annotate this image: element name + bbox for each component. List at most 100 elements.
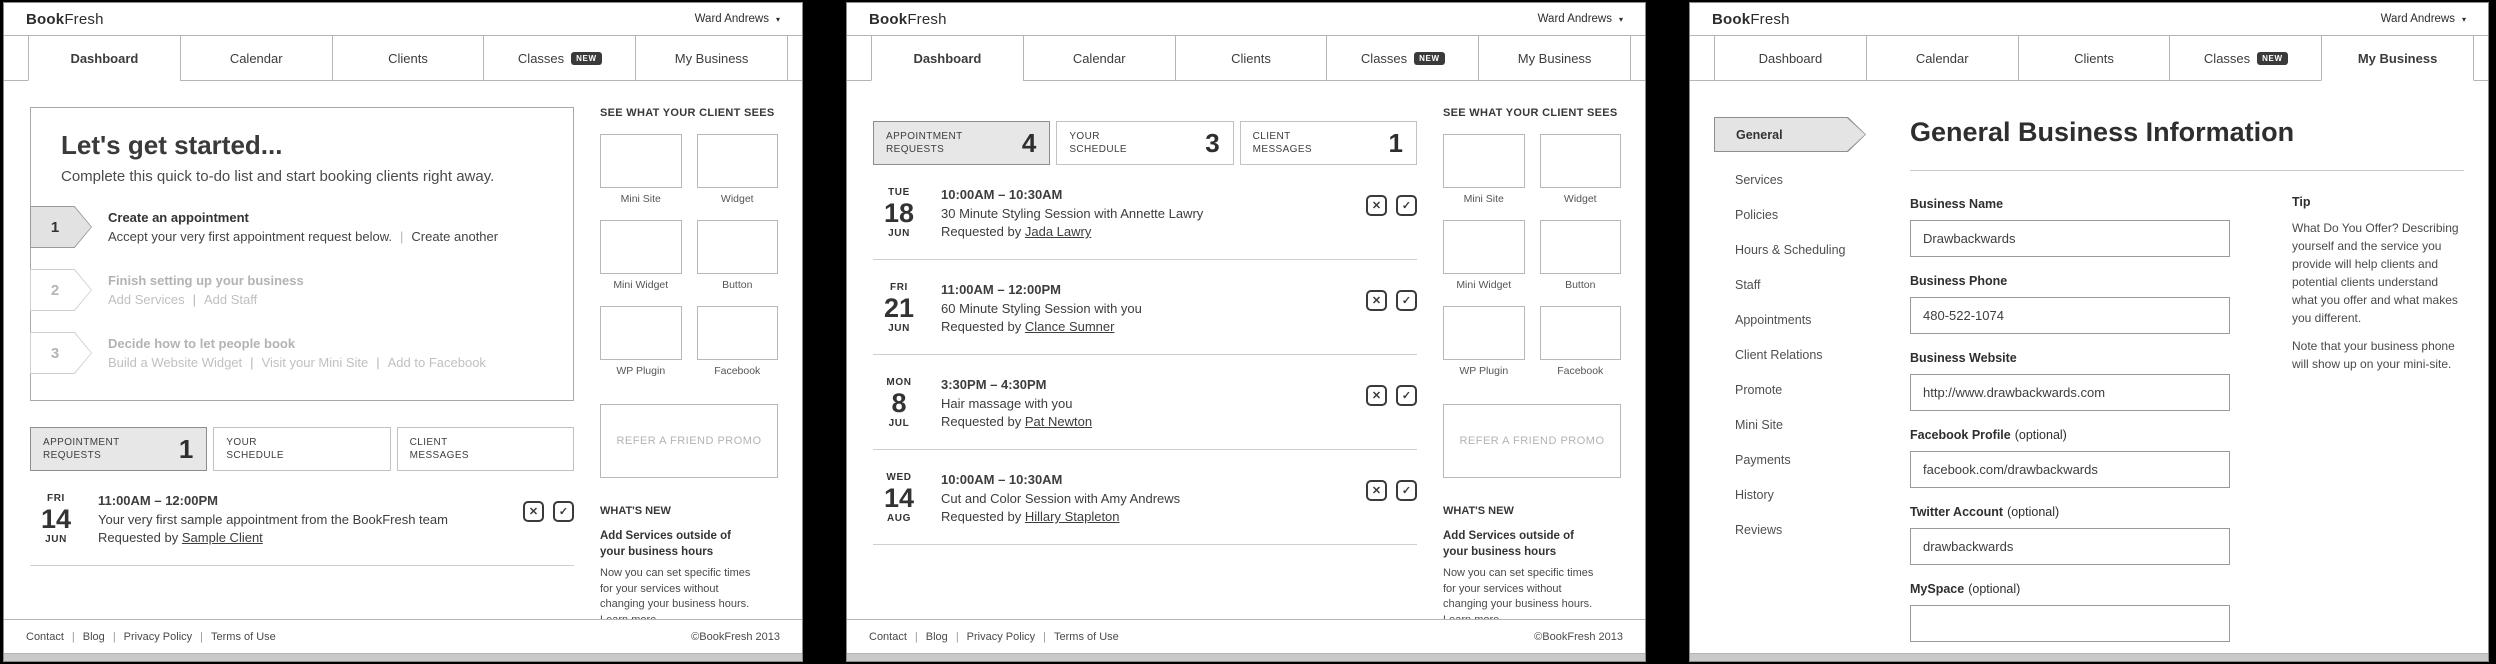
tab-clients[interactable]: Clients bbox=[2017, 36, 2170, 81]
decline-button[interactable]: ✕ bbox=[1366, 195, 1387, 216]
tab-classes[interactable]: Classes NEW bbox=[1326, 36, 1479, 81]
summary-your-schedule[interactable]: YOUR SCHEDULE bbox=[213, 427, 391, 471]
create-another-link[interactable]: Create another bbox=[411, 229, 498, 244]
business-name-field[interactable] bbox=[1910, 220, 2230, 257]
tab-my-business[interactable]: My Business bbox=[635, 36, 788, 81]
footer-link-blog[interactable]: Blog bbox=[83, 631, 105, 643]
business-website-field[interactable] bbox=[1910, 374, 2230, 411]
thumbnail-preview[interactable] bbox=[600, 134, 682, 188]
menu-item-reviews[interactable]: Reviews bbox=[1714, 523, 1882, 537]
menu-item-services[interactable]: Services bbox=[1714, 173, 1882, 187]
menu-item-policies[interactable]: Policies bbox=[1714, 208, 1882, 222]
decline-button[interactable]: ✕ bbox=[1366, 480, 1387, 501]
thumbnail-preview[interactable] bbox=[600, 306, 682, 360]
accept-button[interactable]: ✓ bbox=[1396, 480, 1417, 501]
thumbnail-facebook[interactable]: Facebook bbox=[1539, 306, 1621, 377]
thumbnail-preview[interactable] bbox=[696, 134, 778, 188]
thumbnail-preview[interactable] bbox=[1539, 134, 1621, 188]
user-menu[interactable]: Ward Andrews ▾ bbox=[2381, 13, 2466, 25]
menu-item-staff[interactable]: Staff bbox=[1714, 278, 1882, 292]
thumbnail-mini-widget[interactable]: Mini Widget bbox=[1443, 220, 1525, 291]
thumbnail-wp-plugin[interactable]: WP Plugin bbox=[1443, 306, 1525, 377]
myspace-field[interactable] bbox=[1910, 605, 2230, 642]
menu-item-hours-scheduling[interactable]: Hours & Scheduling bbox=[1714, 243, 1882, 257]
thumbnail-wp-plugin[interactable]: WP Plugin bbox=[600, 306, 682, 377]
thumbnail-widget[interactable]: Widget bbox=[696, 134, 778, 205]
menu-item-payments[interactable]: Payments bbox=[1714, 453, 1882, 467]
thumbnail-mini-site[interactable]: Mini Site bbox=[1443, 134, 1525, 205]
tab-clients[interactable]: Clients bbox=[331, 36, 484, 81]
thumbnail-button[interactable]: Button bbox=[1539, 220, 1621, 291]
decline-button[interactable]: ✕ bbox=[1366, 290, 1387, 311]
tab-dashboard[interactable]: Dashboard bbox=[871, 36, 1023, 81]
tab-classes[interactable]: Classes NEW bbox=[483, 36, 636, 81]
summary-appointment-requests[interactable]: APPOINTMENT REQUESTS 4 bbox=[873, 121, 1051, 165]
thumbnail-preview[interactable] bbox=[1443, 134, 1525, 188]
client-link[interactable]: Pat Newton bbox=[1025, 414, 1092, 429]
client-link[interactable]: Sample Client bbox=[182, 530, 263, 545]
thumbnail-preview[interactable] bbox=[696, 306, 778, 360]
decline-button[interactable]: ✕ bbox=[1366, 385, 1387, 406]
footer-link-terms[interactable]: Terms of Use bbox=[211, 631, 276, 643]
business-phone-field[interactable] bbox=[1910, 297, 2230, 334]
facebook-profile-field[interactable] bbox=[1910, 451, 2230, 488]
tab-dashboard[interactable]: Dashboard bbox=[1714, 36, 1866, 81]
thumbnail-preview[interactable] bbox=[1539, 306, 1621, 360]
thumbnail-button[interactable]: Button bbox=[696, 220, 778, 291]
refer-a-friend-promo[interactable]: REFER A FRIEND PROMO bbox=[1443, 404, 1621, 478]
menu-item-general[interactable]: General bbox=[1714, 117, 1866, 152]
summary-client-messages[interactable]: CLIENT MESSAGES 1 bbox=[1239, 121, 1417, 165]
user-menu[interactable]: Ward Andrews ▾ bbox=[1538, 13, 1623, 25]
client-link[interactable]: Jada Lawry bbox=[1025, 224, 1091, 239]
tab-my-business[interactable]: My Business bbox=[1478, 36, 1631, 81]
thumbnail-preview[interactable] bbox=[1443, 306, 1525, 360]
user-name: Ward Andrews bbox=[1537, 13, 1612, 25]
summary-label: MESSAGES bbox=[1252, 144, 1312, 155]
twitter-account-field[interactable] bbox=[1910, 528, 2230, 565]
accept-button[interactable]: ✓ bbox=[1396, 290, 1417, 311]
client-link[interactable]: Hillary Stapleton bbox=[1025, 509, 1120, 524]
thumbnail-facebook[interactable]: Facebook bbox=[696, 306, 778, 377]
menu-item-history[interactable]: History bbox=[1714, 488, 1882, 502]
build-widget-link[interactable]: Build a Website Widget bbox=[108, 355, 242, 370]
thumbnail-preview[interactable] bbox=[696, 220, 778, 274]
client-link[interactable]: Clance Sumner bbox=[1025, 319, 1115, 334]
menu-item-appointments[interactable]: Appointments bbox=[1714, 313, 1882, 327]
footer-link-contact[interactable]: Contact bbox=[26, 631, 64, 643]
footer-link-privacy[interactable]: Privacy Policy bbox=[967, 631, 1035, 643]
footer-link-contact[interactable]: Contact bbox=[869, 631, 907, 643]
footer-link-privacy[interactable]: Privacy Policy bbox=[124, 631, 192, 643]
tab-clients[interactable]: Clients bbox=[1174, 36, 1327, 81]
accept-button[interactable]: ✓ bbox=[553, 501, 574, 522]
thumbnail-widget[interactable]: Widget bbox=[1539, 134, 1621, 205]
tab-calendar[interactable]: Calendar bbox=[179, 36, 332, 81]
tab-dashboard[interactable]: Dashboard bbox=[28, 36, 180, 81]
thumbnail-mini-site[interactable]: Mini Site bbox=[600, 134, 682, 205]
thumbnail-preview[interactable] bbox=[600, 220, 682, 274]
summary-your-schedule[interactable]: YOUR SCHEDULE 3 bbox=[1056, 121, 1234, 165]
panel-dashboard-appointments: BookFresh Ward Andrews ▾ Dashboard Calen… bbox=[846, 2, 1646, 662]
tab-calendar[interactable]: Calendar bbox=[1022, 36, 1175, 81]
add-to-facebook-link[interactable]: Add to Facebook bbox=[388, 355, 486, 370]
footer-link-blog[interactable]: Blog bbox=[926, 631, 948, 643]
menu-item-promote[interactable]: Promote bbox=[1714, 383, 1882, 397]
summary-appointment-requests[interactable]: APPOINTMENT REQUESTS 1 bbox=[30, 427, 208, 471]
tab-classes[interactable]: Classes NEW bbox=[2169, 36, 2322, 81]
thumbnail-mini-widget[interactable]: Mini Widget bbox=[600, 220, 682, 291]
thumbnail-preview[interactable] bbox=[1539, 220, 1621, 274]
add-staff-link[interactable]: Add Staff bbox=[204, 292, 257, 307]
tab-my-business[interactable]: My Business bbox=[2321, 36, 2474, 81]
tab-calendar[interactable]: Calendar bbox=[1865, 36, 2018, 81]
decline-button[interactable]: ✕ bbox=[523, 501, 544, 522]
refer-a-friend-promo[interactable]: REFER A FRIEND PROMO bbox=[600, 404, 778, 478]
user-menu[interactable]: Ward Andrews ▾ bbox=[695, 13, 780, 25]
visit-mini-site-link[interactable]: Visit your Mini Site bbox=[262, 355, 369, 370]
footer-link-terms[interactable]: Terms of Use bbox=[1054, 631, 1119, 643]
add-services-link[interactable]: Add Services bbox=[108, 292, 185, 307]
thumbnail-preview[interactable] bbox=[1443, 220, 1525, 274]
menu-item-mini-site[interactable]: Mini Site bbox=[1714, 418, 1882, 432]
menu-item-client-relations[interactable]: Client Relations bbox=[1714, 348, 1882, 362]
accept-button[interactable]: ✓ bbox=[1396, 385, 1417, 406]
summary-client-messages[interactable]: CLIENT MESSAGES bbox=[396, 427, 574, 471]
accept-button[interactable]: ✓ bbox=[1396, 195, 1417, 216]
